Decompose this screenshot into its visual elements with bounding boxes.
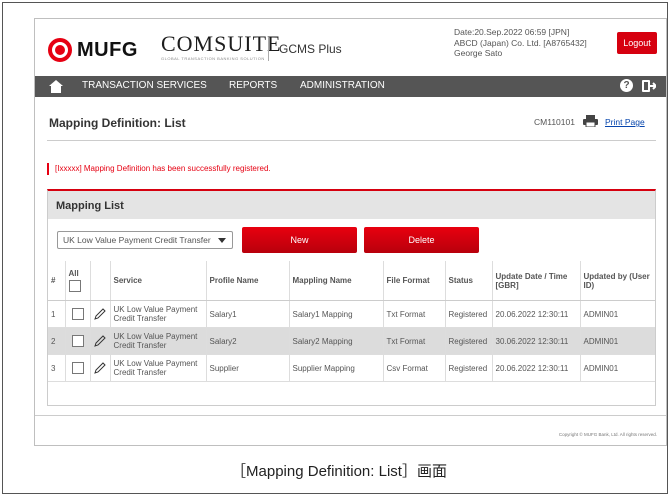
col-mapping-name: Mappling Name bbox=[289, 261, 384, 301]
user-name: George Sato bbox=[454, 48, 503, 58]
row-update: 30.06.2022 12:30:11 bbox=[492, 327, 581, 355]
panel-header: Mapping List bbox=[48, 191, 655, 219]
row-service: UK Low Value Payment Credit Transfer bbox=[110, 354, 207, 382]
row-status: Registered bbox=[445, 300, 493, 328]
row-updated-by: ADMIN01 bbox=[580, 354, 655, 382]
comsuite-logo: COMSUITE GLOBAL TRANSACTION BANKING SOLU… bbox=[161, 31, 282, 62]
user-info: Date:20.Sep.2022 06:59 [JPN] ABCD (Japan… bbox=[454, 27, 587, 59]
row-profile: Supplier bbox=[206, 354, 290, 382]
pencil-icon[interactable] bbox=[93, 362, 106, 374]
row-updated-by: ADMIN01 bbox=[580, 300, 655, 328]
row-format: Csv Format bbox=[383, 354, 446, 382]
row-mapping: Salary2 Mapping bbox=[289, 327, 384, 355]
title-divider bbox=[47, 140, 656, 141]
col-all: All bbox=[65, 261, 91, 301]
mufg-wordmark: MUFG bbox=[77, 38, 138, 61]
row-mapping: Supplier Mapping bbox=[289, 354, 384, 382]
service-name: GCMS Plus bbox=[279, 42, 342, 56]
row-checkbox[interactable] bbox=[71, 362, 84, 374]
service-select[interactable]: UK Low Value Payment Credit Transfer bbox=[57, 231, 233, 249]
col-profile-name: Profile Name bbox=[206, 261, 290, 301]
main-nav: TRANSACTION SERVICES REPORTS ADMINISTRAT… bbox=[35, 76, 666, 97]
delete-button[interactable]: Delete bbox=[364, 227, 479, 253]
exit-icon[interactable] bbox=[642, 80, 656, 92]
row-update: 20.06.2022 12:30:11 bbox=[492, 300, 581, 328]
figure-caption: ［Mapping Definition: List］画面 bbox=[231, 463, 447, 480]
col-num: # bbox=[48, 261, 66, 301]
table-row[interactable]: 2 UK Low Value Payment Credit Transfer S… bbox=[48, 327, 655, 355]
page-title: Mapping Definition: List bbox=[49, 116, 186, 130]
mufg-logo-icon bbox=[48, 38, 72, 62]
figure-frame: MUFG COMSUITE GLOBAL TRANSACTION BANKING… bbox=[2, 2, 668, 494]
pencil-icon[interactable] bbox=[93, 335, 106, 347]
mapping-list-panel: Mapping List UK Low Value Payment Credit… bbox=[47, 189, 656, 406]
row-status: Registered bbox=[445, 327, 493, 355]
header: MUFG COMSUITE GLOBAL TRANSACTION BANKING… bbox=[35, 19, 666, 71]
print-page-link[interactable]: Print Page bbox=[605, 117, 645, 127]
new-button[interactable]: New bbox=[242, 227, 357, 253]
row-update: 20.06.2022 12:30:11 bbox=[492, 354, 581, 382]
select-all-checkbox[interactable] bbox=[68, 280, 81, 292]
help-icon[interactable]: ? bbox=[620, 79, 633, 92]
nav-administration[interactable]: ADMINISTRATION bbox=[300, 80, 385, 91]
pencil-icon[interactable] bbox=[93, 308, 106, 320]
nav-transaction-services[interactable]: TRANSACTION SERVICES bbox=[82, 80, 207, 91]
table-row[interactable]: 3 UK Low Value Payment Credit Transfer S… bbox=[48, 354, 655, 382]
company-name: ABCD (Japan) Co. Ltd. [A8765432] bbox=[454, 37, 587, 48]
screen-id: CM110101 bbox=[534, 117, 575, 127]
col-updated-by: Updated by (User ID) bbox=[580, 261, 655, 301]
mufg-logo[interactable]: MUFG bbox=[48, 38, 138, 62]
nav-reports[interactable]: REPORTS bbox=[229, 80, 277, 91]
row-checkbox[interactable] bbox=[71, 335, 84, 347]
header-separator bbox=[268, 37, 269, 61]
row-updated-by: ADMIN01 bbox=[580, 327, 655, 355]
col-all-label: All bbox=[68, 269, 79, 278]
row-num: 2 bbox=[48, 327, 66, 355]
printer-icon[interactable] bbox=[583, 115, 598, 127]
row-num: 1 bbox=[48, 300, 66, 328]
row-format: Txt Format bbox=[383, 327, 446, 355]
copyright: Copyright © MUFG Bank, Ltd. All rights r… bbox=[558, 432, 657, 437]
chevron-down-icon bbox=[218, 238, 226, 243]
row-service: UK Low Value Payment Credit Transfer bbox=[110, 327, 207, 355]
service-select-value: UK Low Value Payment Credit Transfer bbox=[63, 235, 211, 245]
row-num: 3 bbox=[48, 354, 66, 382]
col-file-format: File Format bbox=[383, 261, 446, 301]
home-icon[interactable] bbox=[49, 80, 63, 93]
footer-divider bbox=[35, 415, 666, 416]
row-status: Registered bbox=[445, 354, 493, 382]
table-header-row: # All Service Profile Name Mappling Name… bbox=[48, 261, 655, 301]
row-format: Txt Format bbox=[383, 300, 446, 328]
mapping-table: # All Service Profile Name Mappling Name… bbox=[48, 261, 655, 382]
row-profile: Salary2 bbox=[206, 327, 290, 355]
col-update-date: Update Date / Time [GBR] bbox=[492, 261, 581, 301]
row-mapping: Salary1 Mapping bbox=[289, 300, 384, 328]
row-checkbox[interactable] bbox=[71, 308, 84, 320]
login-date: Date:20.Sep.2022 06:59 [JPN] bbox=[454, 27, 570, 37]
row-profile: Salary1 bbox=[206, 300, 290, 328]
col-status: Status bbox=[445, 261, 493, 301]
row-service: UK Low Value Payment Credit Transfer bbox=[110, 300, 207, 328]
logout-button[interactable]: Logout bbox=[617, 32, 657, 54]
success-message: [Ixxxxx] Mapping Definition has been suc… bbox=[47, 163, 271, 175]
col-service: Service bbox=[110, 261, 207, 301]
app-window: MUFG COMSUITE GLOBAL TRANSACTION BANKING… bbox=[34, 18, 667, 446]
table-row[interactable]: 1 UK Low Value Payment Credit Transfer S… bbox=[48, 300, 655, 328]
col-edit bbox=[90, 261, 111, 301]
comsuite-wordmark: COMSUITE bbox=[161, 31, 282, 56]
comsuite-tagline: GLOBAL TRANSACTION BANKING SOLUTION bbox=[161, 56, 265, 61]
panel-title: Mapping List bbox=[56, 200, 124, 212]
